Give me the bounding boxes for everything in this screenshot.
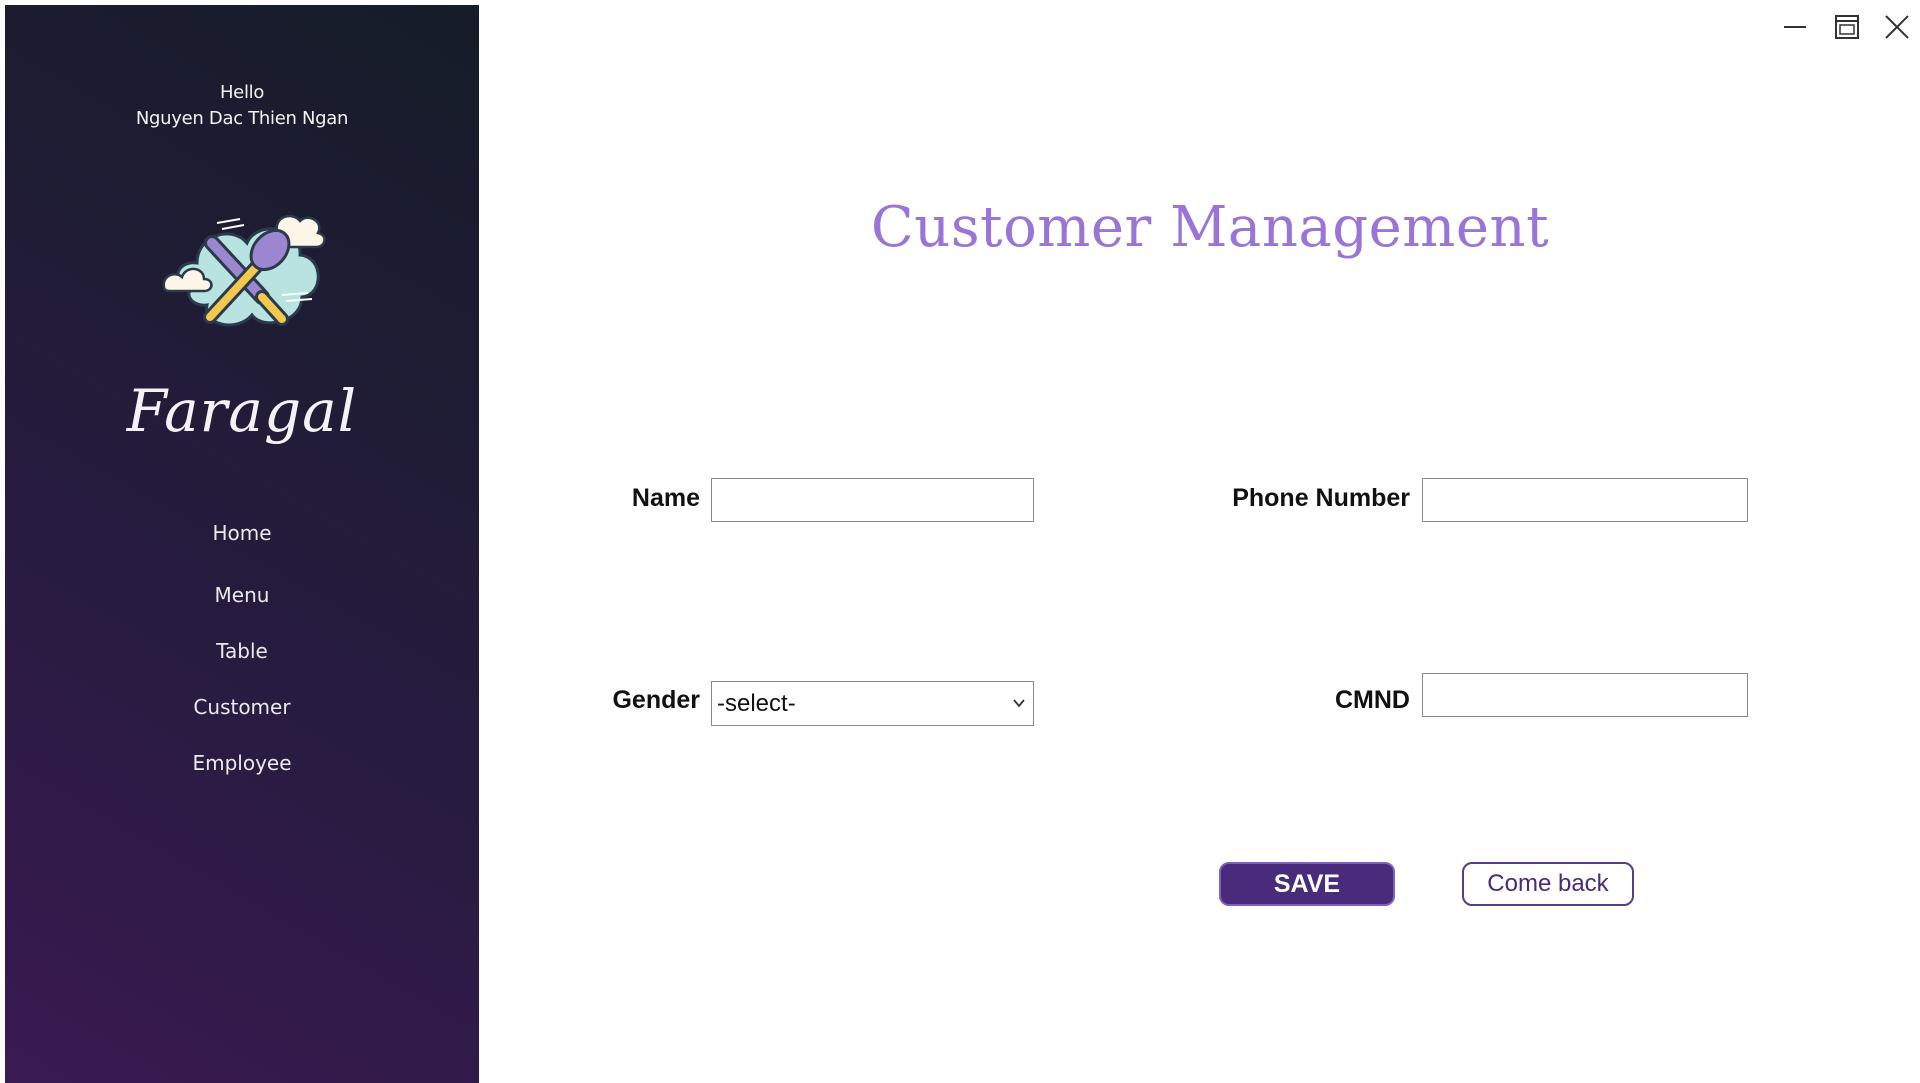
sidebar-item-customer[interactable]: Customer	[5, 695, 479, 719]
phone-number-input[interactable]	[1422, 478, 1748, 522]
gender-select[interactable]: -select-	[711, 681, 1034, 726]
sidebar: Hello Nguyen Dac Thien Ngan Faragal Home…	[5, 5, 479, 1083]
name-input[interactable]	[711, 478, 1034, 522]
brand-logo-text: Faragal	[126, 377, 358, 445]
sidebar-item-menu[interactable]: Menu	[5, 583, 479, 607]
crossed-knife-spoon-cloud-icon	[162, 214, 326, 327]
sidebar-item-employee[interactable]: Employee	[5, 751, 479, 775]
phone-number-label: Phone Number	[1232, 484, 1410, 512]
restore-icon[interactable]	[1826, 12, 1866, 42]
user-name: Nguyen Dac Thien Ngan	[135, 108, 349, 129]
greeting-text: Hello	[219, 82, 265, 103]
name-label: Name	[631, 484, 700, 512]
cmnd-input[interactable]	[1422, 673, 1748, 717]
chevron-down-icon	[1013, 699, 1025, 708]
sidebar-item-table[interactable]: Table	[5, 639, 479, 663]
gender-select-value: -select-	[717, 690, 796, 717]
gender-label: Gender	[612, 686, 700, 714]
cmnd-label: CMND	[1335, 686, 1410, 714]
close-icon[interactable]	[1876, 12, 1916, 42]
page-title: Customer Management	[870, 195, 1550, 260]
customer-management-window: Hello Nguyen Dac Thien Ngan Faragal Home…	[0, 0, 1920, 1083]
minimize-icon[interactable]	[1774, 12, 1814, 42]
save-button[interactable]: SAVE	[1219, 862, 1395, 906]
come-back-button[interactable]: Come back	[1462, 862, 1634, 906]
sidebar-item-home[interactable]: Home	[5, 521, 479, 545]
